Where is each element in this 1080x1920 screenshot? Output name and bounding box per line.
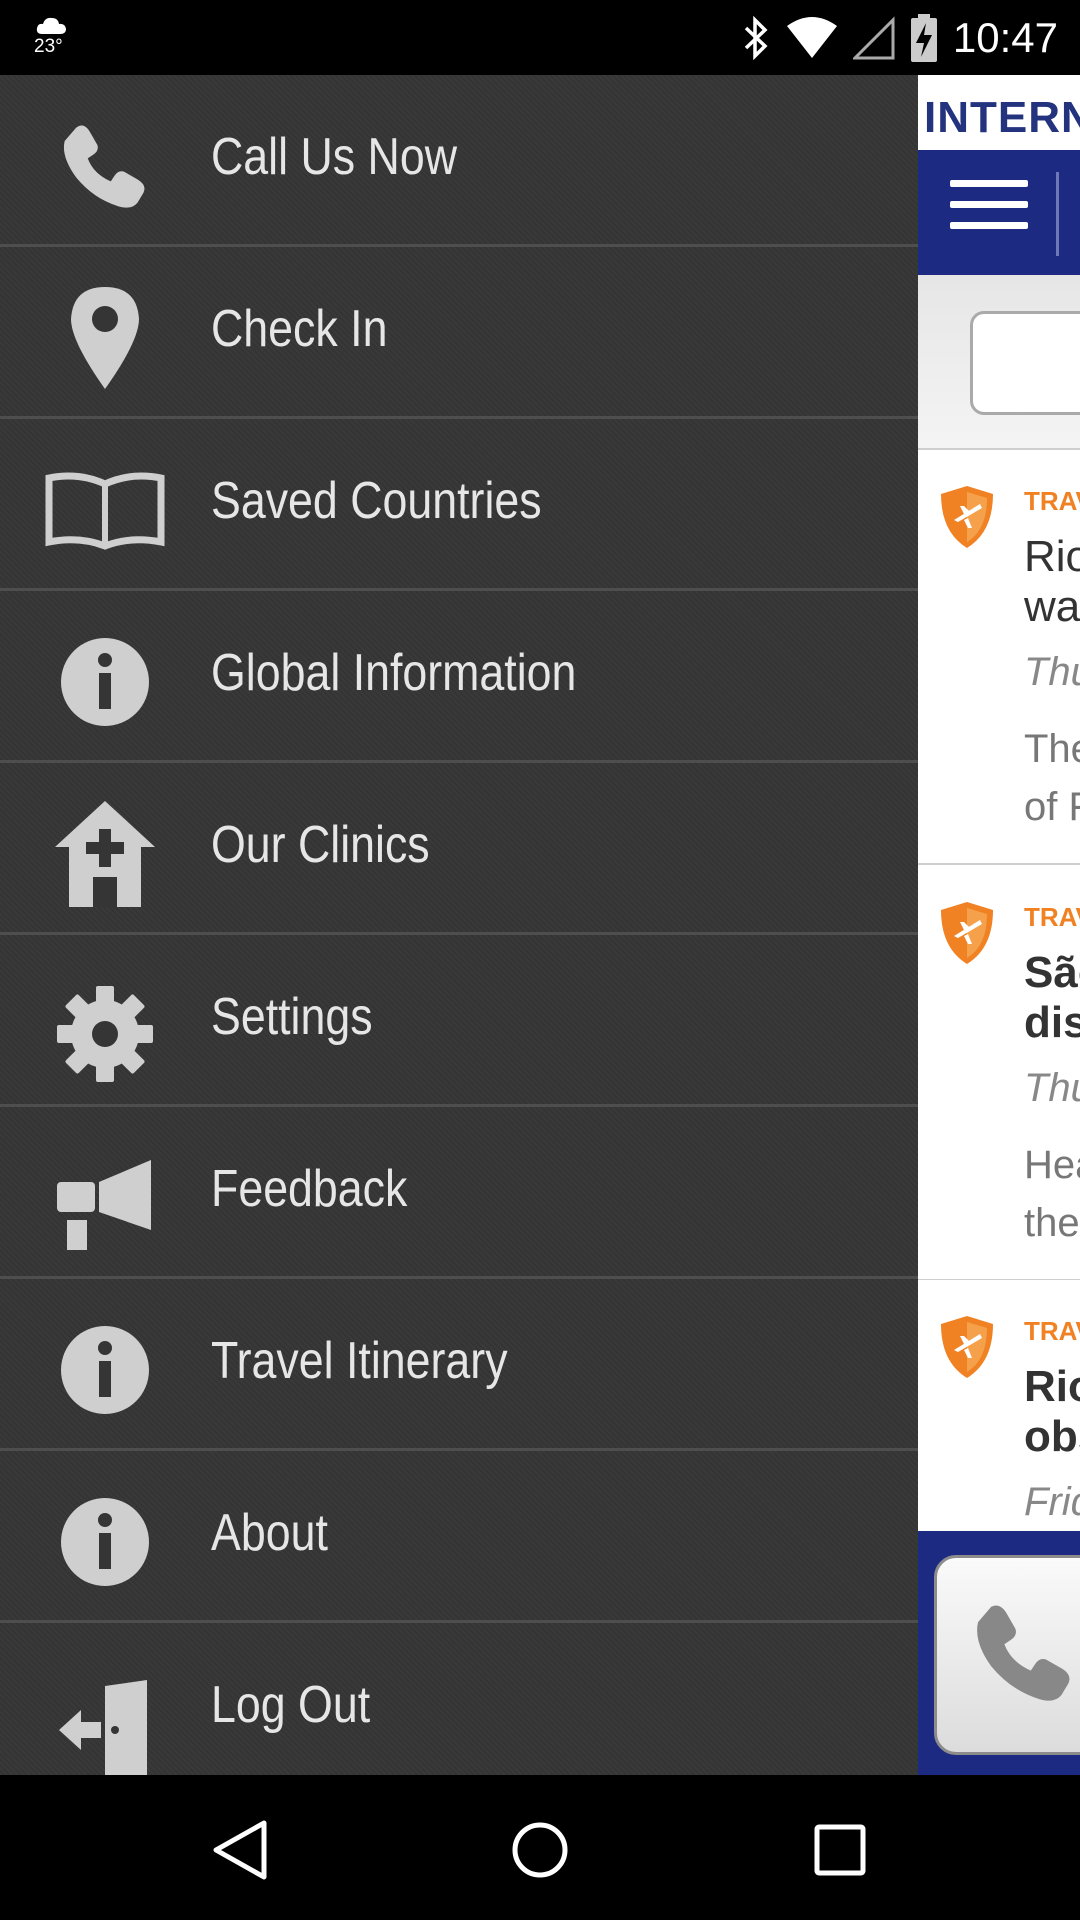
navbar-divider	[1056, 172, 1059, 256]
news-category: TRAV	[1024, 1316, 1080, 1346]
drawer-item-label: Global Information	[211, 644, 577, 702]
drawer-item-about[interactable]: About	[0, 1451, 918, 1623]
megaphone-icon	[40, 1151, 170, 1261]
hamburger-menu-icon[interactable]	[950, 180, 1028, 236]
drawer-item-settings[interactable]: Settings	[0, 935, 918, 1107]
news-category: TRAV	[1024, 486, 1080, 516]
open-book-icon	[40, 455, 170, 565]
status-bar: 23° 10:47	[0, 0, 1080, 75]
drawer-item-label: About	[211, 1504, 328, 1562]
phone-icon	[977, 1605, 1070, 1701]
drawer-item-label: Check In	[211, 300, 388, 358]
news-title: Rio war	[1024, 532, 1080, 631]
drawer-item-label: Our Clinics	[211, 816, 430, 874]
info-icon	[40, 1315, 170, 1425]
cloud-icon	[36, 17, 66, 34]
weather-temperature: 23°	[34, 36, 63, 57]
drawer-item-label: Settings	[211, 988, 373, 1046]
recents-square-icon	[814, 1824, 866, 1876]
clock: 10:47	[952, 14, 1058, 61]
home-circle-icon	[512, 1822, 568, 1878]
travel-alert-shield-icon	[941, 902, 993, 964]
news-date: Thu	[1024, 650, 1080, 694]
back-button[interactable]	[205, 1815, 275, 1885]
location-pin-icon	[40, 283, 170, 393]
app-navbar	[918, 150, 1080, 275]
back-triangle-icon	[213, 1820, 267, 1880]
drawer-item-check-in[interactable]: Check In	[0, 247, 918, 419]
news-category: TRAV	[1024, 902, 1080, 932]
news-title: São disr	[1024, 948, 1080, 1047]
news-item[interactable]: TRAV São disr Thu Hea the	[918, 866, 1080, 1281]
drawer-item-call-us-now[interactable]: Call Us Now	[0, 75, 918, 247]
drawer-item-label: Call Us Now	[211, 128, 458, 186]
gear-icon	[40, 979, 170, 1089]
drawer-item-log-out[interactable]: Log Out	[0, 1623, 918, 1775]
search-area	[918, 275, 1080, 450]
drawer-item-our-clinics[interactable]: Our Clinics	[0, 763, 918, 935]
drawer-item-label: Travel Itinerary	[211, 1332, 508, 1390]
travel-alert-shield-icon	[941, 486, 993, 548]
info-icon	[40, 1487, 170, 1597]
call-button[interactable]	[934, 1555, 1080, 1755]
battery-charging-icon	[910, 14, 937, 62]
logout-door-icon	[40, 1673, 170, 1775]
clinic-house-icon	[40, 799, 170, 909]
news-date: Frid	[1024, 1480, 1080, 1524]
drawer-item-travel-itinerary[interactable]: Travel Itinerary	[0, 1279, 918, 1451]
drawer-item-global-information[interactable]: Global Information	[0, 591, 918, 763]
travel-alert-shield-icon	[941, 1316, 993, 1378]
drawer-item-saved-countries[interactable]: Saved Countries	[0, 419, 918, 591]
search-input[interactable]	[970, 311, 1080, 415]
news-item[interactable]: TRAV Rio war Thu The of F	[918, 450, 1080, 865]
news-title: Rio obs	[1024, 1362, 1080, 1461]
phone-icon	[40, 111, 170, 221]
drawer-item-label: Saved Countries	[211, 472, 542, 530]
bluetooth-icon	[744, 16, 768, 60]
news-date: Thu	[1024, 1066, 1080, 1110]
drawer-item-feedback[interactable]: Feedback	[0, 1107, 918, 1279]
news-summary: The of F	[1024, 727, 1080, 829]
drawer-item-label: Log Out	[211, 1676, 371, 1734]
news-summary: Hea the	[1024, 1143, 1080, 1245]
app-call-bar	[918, 1531, 1080, 1776]
background-app: INTERN TRAV Rio war Thu The of F TRAV Sã…	[918, 75, 1080, 1775]
app-logo: INTERN	[924, 93, 1080, 142]
system-navigation-bar	[0, 1775, 1080, 1920]
wifi-icon	[786, 17, 837, 58]
drawer-item-label: Feedback	[211, 1160, 408, 1218]
navigation-drawer: Call Us Now Check In Saved Countries Glo…	[0, 75, 918, 1775]
info-icon	[40, 627, 170, 737]
cell-signal-icon	[852, 16, 895, 60]
home-button[interactable]	[505, 1815, 575, 1885]
recents-button[interactable]	[805, 1815, 875, 1885]
